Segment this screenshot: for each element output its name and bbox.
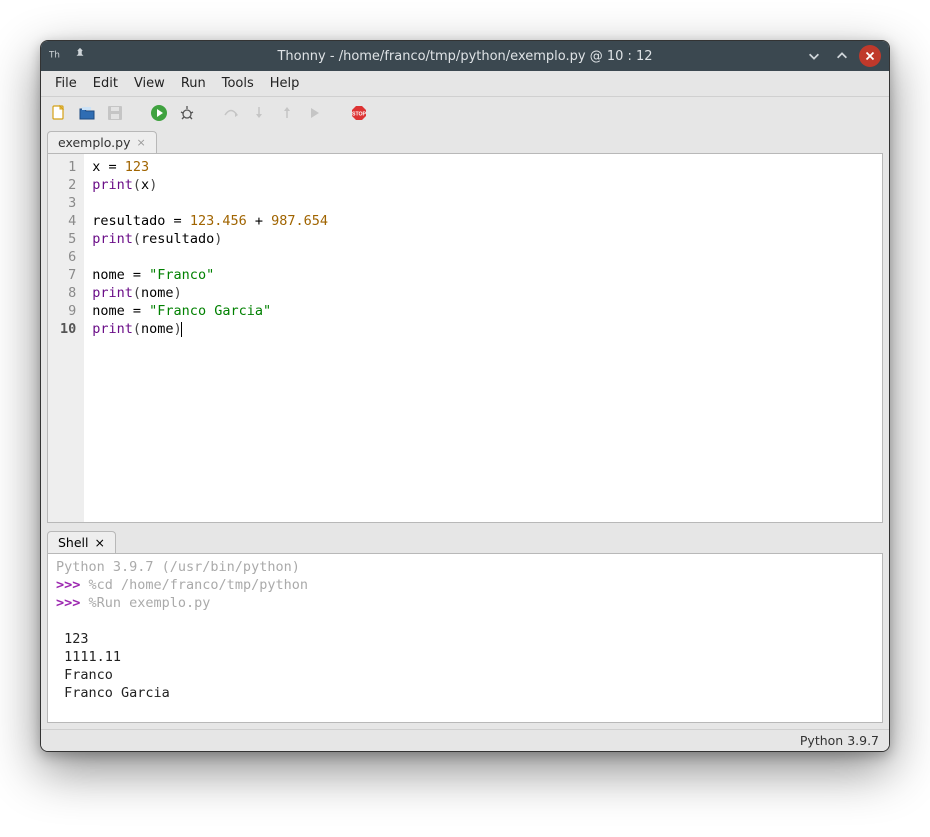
code-editor[interactable]: 12345678910 x = 123print(x) resultado = … [47,153,883,523]
interpreter-label[interactable]: Python 3.9.7 [800,733,879,748]
step-over-button[interactable] [221,103,241,123]
close-button[interactable] [859,45,881,67]
run-button[interactable] [149,103,169,123]
pin-icon[interactable] [73,47,87,65]
stop-button[interactable]: STOP [349,103,369,123]
shell-panel[interactable]: Python 3.9.7 (/usr/bin/python) >>> %cd /… [47,553,883,723]
shell-tab[interactable]: Shell × [47,531,116,553]
maximize-button[interactable] [831,45,853,67]
shell-tabbar: Shell × [41,523,889,553]
resume-button[interactable] [305,103,325,123]
svg-text:STOP: STOP [352,112,367,118]
close-tab-icon[interactable]: × [137,136,146,149]
menu-file[interactable]: File [47,72,85,95]
open-file-button[interactable] [77,103,97,123]
new-file-button[interactable] [49,103,69,123]
code-area[interactable]: x = 123print(x) resultado = 123.456 + 98… [84,154,882,522]
step-into-button[interactable] [249,103,269,123]
line-gutter: 12345678910 [48,154,84,522]
minimize-button[interactable] [803,45,825,67]
menu-run[interactable]: Run [173,72,214,95]
close-shell-tab-icon[interactable]: × [95,535,105,550]
editor-tab-label: exemplo.py [58,135,131,150]
statusbar: Python 3.9.7 [41,729,889,751]
toolbar: STOP [41,97,889,129]
editor-tab[interactable]: exemplo.py × [47,131,157,153]
window-title: Thonny - /home/franco/tmp/python/exemplo… [41,49,889,64]
menu-tools[interactable]: Tools [214,72,262,95]
save-file-button[interactable] [105,103,125,123]
editor-tabbar: exemplo.py × [41,129,889,153]
step-out-button[interactable] [277,103,297,123]
menu-help[interactable]: Help [262,72,308,95]
svg-text:Th: Th [49,51,60,61]
shell-tab-label: Shell [58,535,89,550]
app-icon: Th [49,47,63,65]
menubar: FileEditViewRunToolsHelp [41,71,889,97]
menu-edit[interactable]: Edit [85,72,126,95]
titlebar[interactable]: Th Thonny - /home/franco/tmp/python/exem… [41,41,889,71]
debug-button[interactable] [177,103,197,123]
app-window: Th Thonny - /home/franco/tmp/python/exem… [40,40,890,752]
menu-view[interactable]: View [126,72,173,95]
